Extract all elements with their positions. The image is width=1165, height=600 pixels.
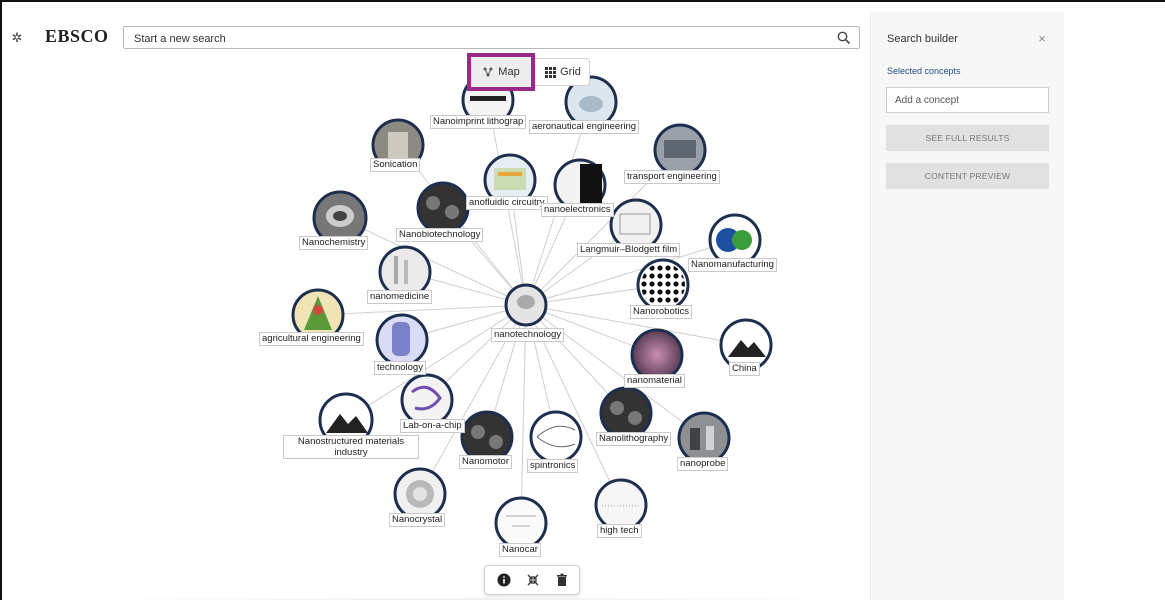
trash-icon[interactable] <box>555 573 569 587</box>
node-label[interactable]: Nanochemistry <box>299 236 369 250</box>
node-label[interactable]: agricultural engineering <box>259 332 364 346</box>
collapse-icon[interactable] <box>526 573 540 587</box>
node-label[interactable]: transport engineering <box>624 170 720 184</box>
map-view-button[interactable]: Map <box>467 53 535 91</box>
node-label[interactable]: nanomaterial <box>624 374 685 388</box>
node-label[interactable]: Nanomotor <box>459 455 512 469</box>
grid-view-label: Grid <box>560 66 581 78</box>
panel-title: Search builder <box>887 33 958 45</box>
node-label[interactable]: Lab-on-a-chip <box>400 419 465 433</box>
node-nanocrystal[interactable] <box>393 467 447 521</box>
node-label[interactable]: Nanolithography <box>596 432 672 446</box>
node-label[interactable]: high tech <box>597 524 642 538</box>
node-nanoprobe[interactable] <box>677 411 731 465</box>
grid-view-button[interactable]: Grid <box>538 60 588 84</box>
node-label[interactable]: aeronautical engineering <box>529 120 640 134</box>
node-label[interactable]: Nanocrystal <box>389 513 446 527</box>
grid-icon <box>545 66 557 78</box>
node-label[interactable]: Nanorobotics <box>630 305 692 319</box>
node-nanorobotics[interactable] <box>636 258 690 312</box>
node-nanolithography[interactable] <box>599 386 653 440</box>
node-label[interactable]: Langmuir–Blodgett film <box>577 243 681 257</box>
node-nanocar[interactable] <box>494 496 548 550</box>
concept-map <box>291 73 773 550</box>
node-nanobiotechnology[interactable] <box>416 181 470 235</box>
info-icon[interactable] <box>497 573 511 587</box>
search-builder-panel: Search builder × Selected concepts SEE F… <box>870 12 1064 600</box>
node-label[interactable]: nanoprobe <box>677 457 729 471</box>
node-label[interactable]: Sonication <box>370 158 421 172</box>
node-label[interactable]: anofluidic circuitry <box>466 196 548 210</box>
node-technology[interactable] <box>375 313 429 367</box>
content-preview-button[interactable]: CONTENT PREVIEW <box>886 163 1049 189</box>
node-label[interactable]: Nanobiotechnology <box>396 228 484 242</box>
map-view-label: Map <box>498 66 520 78</box>
node-nanomaterial[interactable] <box>630 328 684 382</box>
close-icon[interactable]: × <box>1035 31 1049 46</box>
node-transport[interactable] <box>653 123 707 177</box>
see-full-results-button[interactable]: SEE FULL RESULTS <box>886 125 1049 151</box>
node-label[interactable]: nanotechnology <box>491 328 565 342</box>
add-concept-input[interactable] <box>886 87 1049 113</box>
node-lab-on-a-chip[interactable] <box>400 373 454 427</box>
node-label[interactable]: nanoelectronics <box>541 203 614 217</box>
selected-concepts-label: Selected concepts <box>887 66 961 76</box>
node-spintronics[interactable] <box>529 410 583 464</box>
map-toolbar <box>484 565 580 595</box>
node-label[interactable]: Nanostructured materials industry <box>283 435 419 459</box>
node-label[interactable]: spintronics <box>527 459 579 473</box>
node-label[interactable]: Nanoimprint lithograp <box>430 115 527 129</box>
network-icon <box>483 67 493 77</box>
node-label[interactable]: nanomedicine <box>367 290 433 304</box>
node-label[interactable]: China <box>729 362 760 376</box>
node-high-tech[interactable] <box>594 478 648 532</box>
node-label[interactable]: Nanocar <box>499 543 541 557</box>
node-center[interactable] <box>504 283 548 327</box>
node-label[interactable]: technology <box>374 361 426 375</box>
node-label[interactable]: Nanomanufacturing <box>688 258 777 272</box>
